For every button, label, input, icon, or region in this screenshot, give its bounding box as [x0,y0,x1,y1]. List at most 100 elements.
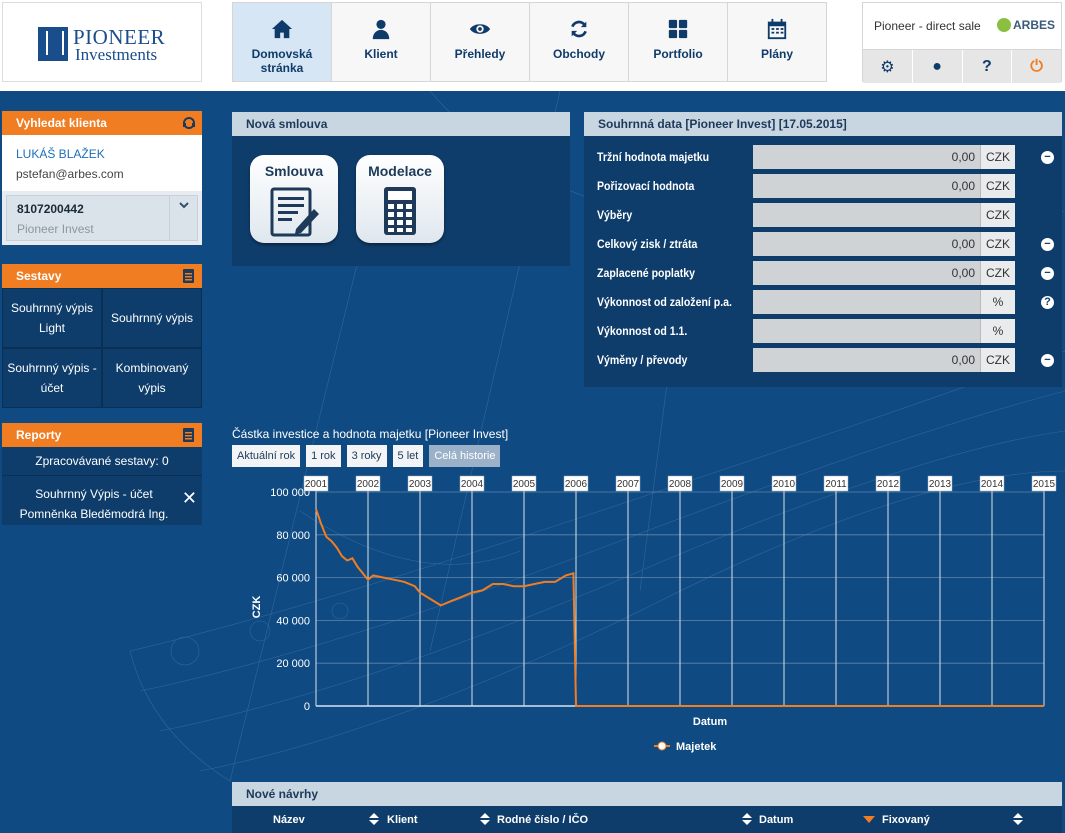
nav-label: Klient [364,47,398,61]
x-tick-label: 2001 [305,479,328,490]
range-button-1-year[interactable]: 1 rok [306,445,341,467]
document-icon [183,269,194,283]
range-button-current-year[interactable]: Aktuální rok [232,445,301,467]
tile-label: Smlouva [264,163,324,179]
arbes-logo: ARBES [996,18,1055,32]
summary-value [753,319,980,343]
report-item[interactable]: Souhrnný Výpis - účet Pomněnka Bleděmodr… [2,475,202,525]
nav-portfolio[interactable]: Portfolio [628,2,728,82]
modeling-tile[interactable]: Modelace [356,155,444,243]
y-tick-label: 60 000 [276,573,310,585]
chevron-down-icon[interactable] [169,196,197,240]
client-name-link[interactable]: LUKÁŠ BLAŽEK [16,147,188,161]
panel-title: Vyhledat klienta [16,116,107,130]
column-header-name[interactable]: Název [273,814,305,826]
gear-icon: ⚙ [880,58,895,76]
report-name: Souhrnný Výpis - účet Pomněnka Bleděmodr… [19,487,169,521]
help-icon[interactable]: ? [1041,296,1054,309]
account-select[interactable]: 8107200442 Pioneer Invest [6,195,198,241]
x-tick-label: 2015 [1033,479,1056,490]
legend-marker [657,741,667,751]
summary-value: 0,00 [753,145,980,169]
summary-unit: CZK [980,261,1015,285]
main-nav: Domovská stránka Klient Přehledy Obchody… [232,2,834,82]
column-header-date[interactable]: Datum [759,814,793,826]
sort-icon[interactable] [1013,813,1023,825]
y-tick-label: 40 000 [276,615,310,627]
sestava-item[interactable]: Kombinovaný výpis [102,348,202,408]
nav-trades[interactable]: Obchody [529,2,629,82]
minus-icon[interactable]: − [1041,238,1054,251]
summary-unit: CZK [980,232,1015,256]
contract-edit-icon [270,187,319,237]
nav-overviews[interactable]: Přehledy [430,2,530,82]
summary-unit: % [980,319,1015,343]
summary-value [753,203,980,227]
headset-icon[interactable] [182,116,196,130]
summary-unit: CZK [980,145,1015,169]
x-tick-label: 2005 [513,479,536,490]
column-header-birth-number[interactable]: Rodné číslo / IČO [497,814,588,826]
new-contract-panel: Nová smlouva Smlouva Modelace [232,112,570,266]
sort-icon[interactable] [369,813,379,825]
range-button-3-years[interactable]: 3 roky [346,445,387,467]
proposals-table-header: Název Klient Rodné číslo / IČO Datum Fix… [232,806,1062,833]
contract-tile[interactable]: Smlouva [250,155,338,243]
refresh-icon [571,20,587,38]
tile-label: Modelace [368,163,432,179]
sort-icon[interactable] [742,813,752,825]
nav-client[interactable]: Klient [331,2,431,82]
summary-row: Celkový zisk / ztráta 0,00 CZK − [584,232,1062,258]
sort-icon[interactable] [480,813,490,825]
x-tick-label: 2013 [929,479,952,490]
new-proposals-header: Nové návrhy [232,782,1062,806]
processed-count: Zpracovávané sestavy: 0 [2,447,202,475]
settings-button[interactable]: ⚙ [863,50,913,83]
reporty-header: Reporty [2,423,202,447]
column-header-client[interactable]: Klient [387,814,418,826]
summary-label: Výkonnost od založení p.a. [597,295,732,309]
sestava-item[interactable]: Souhrnný výpis [102,288,202,348]
minus-icon[interactable]: − [1041,267,1054,280]
logout-button[interactable]: ⏻ [1012,50,1061,83]
summary-label: Zaplacené poplatky [597,266,696,280]
reports-panel: Reporty Zpracovávané sestavy: 0 Souhrnný… [2,423,202,525]
sestava-item[interactable]: Souhrnný výpis - účet [2,348,102,408]
sale-channel-title: Pioneer - direct sale [874,19,981,33]
account-number: 8107200442 [17,202,84,216]
summary-value: 0,00 [753,348,980,372]
help-button[interactable]: ? [962,50,1013,83]
minus-icon[interactable]: − [1041,151,1054,164]
document-icon [183,428,194,442]
y-tick-label: 80 000 [276,530,310,542]
range-button-5-years[interactable]: 5 let [392,445,424,467]
summary-row: Pořizovací hodnota 0,00 CZK [584,174,1062,200]
nav-home[interactable]: Domovská stránka [232,2,332,82]
messages-button[interactable]: ● [912,50,963,83]
nav-label: Plány [760,47,793,61]
sort-descending-icon[interactable] [863,816,875,823]
nav-plans[interactable]: Plány [727,2,827,82]
column-header-fixed[interactable]: Fixovaný [882,814,930,826]
close-icon[interactable]: ✕ [182,488,197,508]
x-tick-label: 2008 [669,479,692,490]
y-tick-label: 0 [304,701,310,713]
summary-label: Pořizovací hodnota [597,179,695,193]
summary-data-header: Souhrnná data [Pioneer Invest] [17.05.20… [584,112,1062,136]
x-tick-label: 2012 [877,479,900,490]
chat-icon: ● [932,57,942,75]
range-button-all-history[interactable]: Celá historie [429,445,501,467]
summary-value: 0,00 [753,174,980,198]
user-icon [372,19,390,40]
sestava-item[interactable]: Souhrnný výpis Light [2,288,102,348]
range-buttons: Aktuální rok 1 rok 3 roky 5 let Celá his… [232,445,506,467]
minus-icon[interactable]: − [1041,354,1054,367]
x-tick-label: 2014 [981,479,1004,490]
reports-sets-panel: Sestavy Souhrnný výpis Light Souhrnný vý… [2,264,202,408]
x-tick-label: 2003 [409,479,432,490]
summary-value: 0,00 [753,261,980,285]
client-search-panel: Vyhledat klienta LUKÁŠ BLAŽEK pstefan@ar… [2,111,202,245]
pioneer-logo[interactable]: PIONEER Investments [2,2,202,82]
panel-title: Sestavy [16,269,62,283]
panel-title: Nové návrhy [246,787,319,801]
